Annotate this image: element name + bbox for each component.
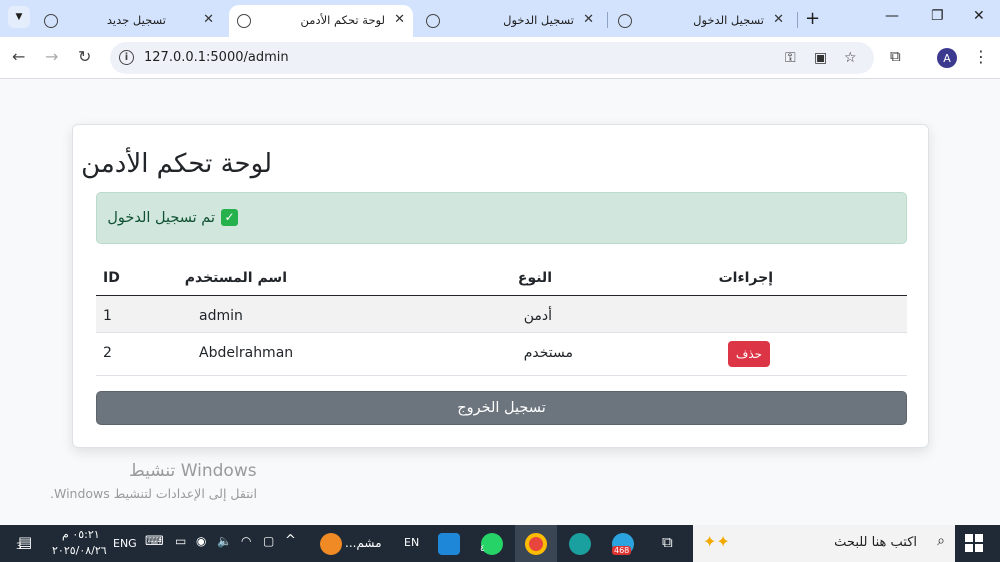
tab-login-1[interactable]: تسجيل الدخول ✕ (418, 5, 604, 37)
tab-search-button[interactable]: ▼ (8, 6, 30, 28)
globe-icon (426, 14, 440, 28)
vscode-icon[interactable] (438, 533, 460, 555)
tab-login-2[interactable]: تسجيل الدخول ✕ (610, 5, 796, 37)
clock-time[interactable]: ٠٥:٢١ م (62, 528, 100, 541)
globe-icon (618, 14, 632, 28)
activation-watermark-title: تنشيط Windows (129, 461, 257, 481)
success-alert: ✓ تم تسجيل الدخول (96, 192, 907, 244)
whatsapp-badge: ٤ (480, 544, 485, 554)
weather-app-icon[interactable] (320, 533, 342, 555)
input-language[interactable]: EN (404, 536, 419, 549)
tab-admin-dashboard[interactable]: لوحة تحكم الأدمن ✕ (229, 5, 413, 37)
taskbar-search[interactable]: ✦✦ اكتب هنا للبحث ⌕ (693, 525, 955, 562)
tab-title: لوحة تحكم الأدمن (300, 13, 385, 27)
keyboard-icon[interactable]: ⌨ (145, 534, 164, 549)
notification-count: 3 (16, 542, 22, 552)
alert-text: تم تسجيل الدخول (107, 209, 215, 226)
reload-icon[interactable]: ↻ (78, 47, 91, 66)
tab-register[interactable]: تسجيل جديد ✕ (34, 5, 224, 37)
windows-start-icon[interactable] (965, 534, 983, 552)
cell-username: Abdelrahman (199, 345, 294, 361)
record-icon[interactable]: ◉ (196, 534, 206, 548)
header-username: اسم المستخدم (184, 270, 287, 286)
chrome-icon[interactable] (525, 533, 547, 555)
page-title: لوحة تحكم الأدمن (81, 149, 272, 179)
close-icon[interactable]: ✕ (773, 12, 784, 27)
window-close-icon[interactable]: ✕ (973, 8, 985, 24)
cell-type: مستخدم (523, 345, 573, 361)
activation-watermark-subtitle: انتقل إلى الإعدادات لتنشيط Windows. (50, 486, 257, 501)
profile-avatar[interactable]: A (937, 48, 957, 68)
minimize-icon[interactable]: — (885, 8, 899, 24)
globe-icon (237, 14, 251, 28)
new-tab-button[interactable]: + (805, 8, 820, 29)
tab-title: تسجيل جديد (106, 13, 166, 27)
extensions-icon[interactable]: ⧉ (890, 47, 901, 65)
chevron-up-icon[interactable]: ^ (285, 533, 296, 548)
wifi-icon[interactable]: ◠ (241, 534, 251, 548)
cell-username: admin (199, 308, 243, 324)
cell-id: 1 (103, 308, 112, 324)
tab-separator (797, 12, 798, 28)
header-id: ID (103, 270, 120, 286)
url-text: 127.0.0.1:5000/admin (144, 50, 289, 65)
admin-card: لوحة تحكم الأدمن ✓ تم تسجيل الدخول ID اس… (72, 124, 929, 448)
meet-now-icon[interactable]: ▢ (263, 534, 274, 548)
cell-id: 2 (103, 345, 112, 361)
sparkle-icon: ✦✦ (703, 532, 730, 551)
table-row: 1 admin أدمن (96, 296, 907, 333)
tab-strip: ▼ تسجيل جديد ✕ لوحة تحكم الأدمن ✕ تسجيل … (0, 0, 1000, 37)
site-info-icon[interactable]: i (119, 50, 134, 65)
header-type: النوع (517, 270, 552, 286)
key-icon[interactable]: ⚿ (785, 50, 796, 66)
back-arrow-icon[interactable]: ← (12, 47, 25, 66)
address-bar[interactable]: i 127.0.0.1:5000/admin ⚿ ▣ ☆ (110, 42, 874, 74)
browser-toolbar: ← → ↻ i 127.0.0.1:5000/admin ⚿ ▣ ☆ ⧉ A ⋮ (0, 37, 1000, 79)
battery-icon[interactable]: ▭ (175, 534, 186, 548)
header-actions: إجراءات (718, 270, 773, 286)
telegram-badge: 468 (612, 546, 632, 555)
table-header-row: ID اسم المستخدم النوع إجراءات (96, 258, 907, 296)
translate-icon[interactable]: ▣ (814, 50, 827, 66)
search-icon: ⌕ (937, 533, 945, 549)
cell-type: أدمن (523, 308, 552, 324)
edge-icon[interactable] (569, 533, 591, 555)
windows-taskbar: ▤ 3 ٠٥:٢١ م ٢٠٢٥/٠٨/٢٦ ENG ⌨ ▭ ◉ 🔈 ◠ ▢ ^… (0, 525, 1000, 562)
tab-title: تسجيل الدخول (503, 13, 574, 27)
volume-icon[interactable]: 🔈 (217, 534, 232, 548)
close-icon[interactable]: ✕ (203, 12, 214, 27)
menu-kebab-icon[interactable]: ⋮ (973, 47, 989, 66)
tab-separator (607, 12, 608, 28)
chevron-down-icon: ▼ (15, 12, 23, 22)
tab-title: تسجيل الدخول (693, 13, 764, 27)
bookmark-star-icon[interactable]: ☆ (844, 50, 857, 66)
check-mark-icon: ✓ (221, 209, 238, 226)
close-icon[interactable]: ✕ (394, 12, 405, 27)
globe-icon (44, 14, 58, 28)
clock-date[interactable]: ٢٠٢٥/٠٨/٢٦ (52, 544, 107, 557)
task-view-icon[interactable]: ⧉ (662, 533, 673, 551)
search-placeholder: اكتب هنا للبحث (834, 535, 917, 550)
logout-button[interactable]: تسجيل الخروج (96, 391, 907, 425)
tray-language[interactable]: ENG (113, 537, 137, 550)
restore-icon[interactable]: ❐ (931, 8, 944, 24)
forward-arrow-icon[interactable]: → (45, 47, 58, 66)
weather-app-label: مشم... (345, 536, 382, 550)
close-icon[interactable]: ✕ (583, 12, 594, 27)
table-row: 2 Abdelrahman مستخدم حذف (96, 333, 907, 376)
delete-user-button[interactable]: حذف (728, 341, 770, 367)
